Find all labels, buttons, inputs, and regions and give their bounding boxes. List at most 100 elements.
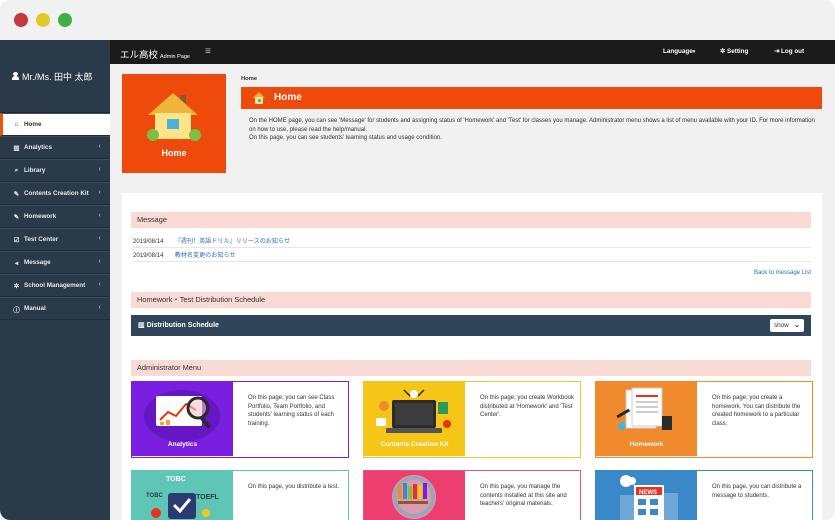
intro-line: On this page, you can see students' lear… (249, 135, 442, 142)
badge-tobc: TOBC (166, 476, 186, 483)
distribution-schedule-bar: ▥ Distribution Schedule show ⌄ (131, 315, 811, 336)
card-description: On this page, you can see Class Portfoli… (248, 395, 335, 427)
close-window-button[interactable] (14, 13, 28, 27)
megaphone-icon: ◂ (14, 259, 19, 267)
sidebar-item-label: Manual (24, 305, 46, 312)
home-icon (253, 92, 265, 104)
message-row: 2019/08/14 『週刊！英語ドリル』リリースのお知らせ (133, 235, 811, 248)
card-description: On this page, you manage the contents in… (480, 484, 567, 508)
chevron-left-icon: ‹ (98, 166, 101, 173)
sidebar-item-label: Library (24, 167, 46, 174)
card-title: Contents Creation Kit (380, 441, 449, 448)
message-section-header: Message (131, 212, 811, 228)
maximize-window-button[interactable] (58, 13, 72, 27)
sidebar: Mr./Ms. 田中 太郎 ⌂ Home ▥ Analytics ‹ ⌕ Lib… (0, 40, 110, 520)
chevron-left-icon: ‹ (98, 304, 101, 311)
sidebar-item-school-management[interactable]: ✲ School Management ‹ (0, 274, 110, 297)
language-dropdown[interactable]: Language▾ (663, 48, 695, 55)
bar-chart-icon: ▥ (138, 322, 147, 329)
user-box: Mr./Ms. 田中 太郎 (0, 40, 110, 113)
sidebar-item-label: Contents Creation Kit (24, 190, 89, 197)
library-thumbnail (364, 471, 465, 520)
sidebar-item-analytics[interactable]: ▥ Analytics ‹ (0, 136, 110, 159)
sidebar-item-label: Message (24, 259, 51, 266)
message-date: 2019/08/14 (133, 238, 164, 245)
chevron-left-icon: ‹ (98, 143, 101, 150)
setting-link[interactable]: ✲ Setting (720, 48, 748, 55)
bar-chart-icon: ▥ (13, 144, 20, 152)
badge-toefl: TOEFL (196, 494, 220, 501)
info-icon: ⓘ (13, 306, 20, 314)
news-building-icon: NEWS (620, 475, 678, 520)
intro-text: On the HOME page, you can see 'Message' … (249, 117, 823, 143)
sidebar-item-label: Homework (24, 213, 57, 220)
logout-link[interactable]: ⇥ Log out (774, 48, 804, 55)
hamburger-menu-icon[interactable]: ≡ (205, 46, 211, 57)
admin-card-contents-creation-kit[interactable]: Contents Creation Kit On this page, you … (363, 381, 581, 458)
browser-window: Mr./Ms. 田中 太郎 ⌂ Home ▥ Analytics ‹ ⌕ Lib… (0, 0, 835, 520)
user-name: Mr./Ms. 田中 太郎 (22, 71, 93, 82)
pencil-icon: ✎ (13, 190, 20, 198)
page-title-bar: Home (241, 87, 822, 109)
chevron-down-icon: ⌄ (794, 322, 800, 329)
search-icon: ⌕ (14, 166, 19, 174)
sidebar-item-label: Analytics (24, 144, 52, 151)
chevron-left-icon: ‹ (98, 258, 101, 265)
message-row: 2019/08/14 教材名変更のお知らせ (133, 249, 811, 262)
sidebar-item-manual[interactable]: ⓘ Manual ‹ (0, 297, 110, 320)
admin-card-analytics[interactable]: Analytics On this page, you can see Clas… (131, 381, 349, 458)
sidebar-item-message[interactable]: ◂ Message ‹ (0, 251, 110, 274)
hero-label: Home (161, 148, 187, 158)
card-description: On this page, you distribute a test. (248, 484, 340, 490)
intro-line: On the HOME page, you can see 'Message' … (249, 118, 815, 133)
chevron-left-icon: ‹ (98, 235, 101, 242)
user-icon (12, 72, 19, 80)
sidebar-item-test-center[interactable]: ☑ Test Center ‹ (0, 228, 110, 251)
admin-card-test-center[interactable]: TOBC TOBC TOEFL On this page, you distri… (131, 470, 349, 520)
brand-subtitle: Admin Page (160, 54, 190, 60)
brand[interactable]: エル高校 Admin Page (120, 47, 190, 61)
pencil-icon: ✎ (13, 213, 20, 221)
contents-creation-kit-thumbnail: Contents Creation Kit (364, 382, 465, 456)
card-description: On this page, you create Workbook distri… (480, 395, 574, 419)
admin-card-message[interactable]: NEWS On this page, you can distribute a … (595, 470, 813, 520)
message-thumbnail: NEWS (596, 471, 697, 520)
caret-down-icon: ▾ (692, 49, 696, 55)
homework-thumbnail: Homework (596, 382, 697, 456)
minimize-window-button[interactable] (36, 13, 50, 27)
message-link[interactable]: 『週刊！英語ドリル』リリースのお知らせ (175, 238, 290, 245)
gear-icon: ✲ (720, 48, 728, 55)
test-center-thumbnail: TOBC TOBC TOEFL (132, 471, 233, 520)
logout-icon: ⇥ (774, 48, 782, 55)
news-badge: NEWS (639, 490, 657, 496)
sidebar-item-contents-creation-kit[interactable]: ✎ Contents Creation Kit ‹ (0, 182, 110, 205)
sidebar-item-homework[interactable]: ✎ Homework ‹ (0, 205, 110, 228)
sidebar-item-home[interactable]: ⌂ Home (0, 113, 110, 136)
back-to-message-list-link[interactable]: Back to message List (754, 270, 811, 276)
chevron-left-icon: ‹ (98, 281, 101, 288)
analytics-thumbnail: Analytics (132, 382, 233, 456)
schedule-section-header: Homework・Test Distribution Schedule (131, 292, 811, 308)
main-content: Home Home Home On the HOME page, you can… (110, 64, 835, 520)
sidebar-item-library[interactable]: ⌕ Library ‹ (0, 159, 110, 182)
card-title: Homework (629, 441, 664, 448)
sidebar-item-label: School Management (24, 282, 86, 289)
message-date: 2019/08/14 (133, 252, 164, 259)
card-description: On this page, you can distribute a messa… (712, 484, 802, 499)
home-hero-tile: Home (122, 74, 226, 173)
top-navbar: エル高校 Admin Page ≡ Language▾ ✲ Setting ⇥ L… (110, 40, 835, 64)
sidebar-item-label: Test Center (24, 236, 59, 243)
home-icon: ⌂ (14, 121, 19, 128)
window-titlebar (0, 0, 835, 40)
admin-card-library[interactable]: On this page, you manage the contents in… (363, 470, 581, 520)
admin-menu-section-header: Administrator Menu (131, 360, 811, 376)
card-title: Analytics (167, 441, 198, 448)
show-dropdown[interactable]: show ⌄ (770, 319, 804, 332)
admin-card-homework[interactable]: Homework On this page, you create a home… (595, 381, 813, 458)
badge-tobc-bridge: TOBC (146, 493, 164, 499)
gear-icon: ✲ (13, 282, 20, 290)
message-link[interactable]: 教材名変更のお知らせ (175, 252, 236, 259)
distribution-schedule-title: Distribution Schedule (146, 322, 219, 329)
bookshelf-magnifier-icon (392, 475, 436, 519)
card-description: On this page, you create a homework. You… (712, 395, 801, 427)
